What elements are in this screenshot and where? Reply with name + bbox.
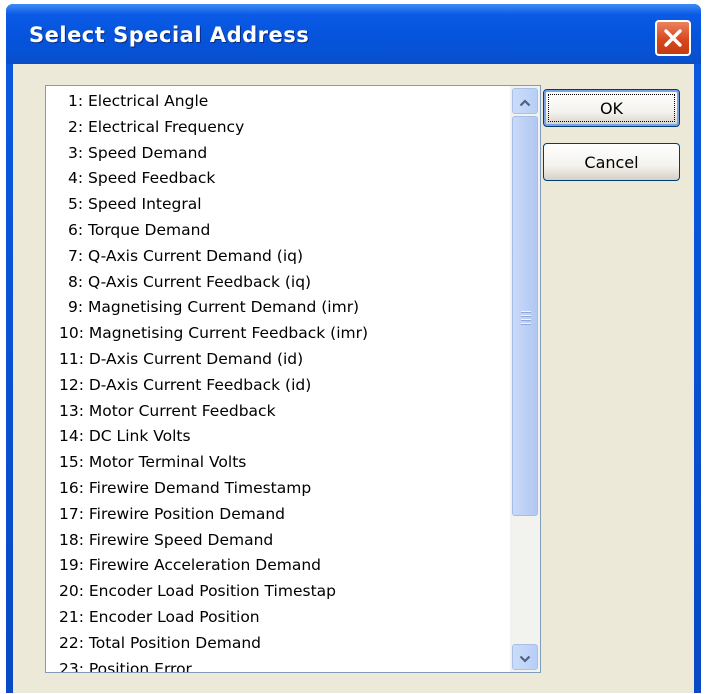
ok-button[interactable]: OK [543,89,680,127]
vertical-scrollbar[interactable] [510,86,540,672]
list-item[interactable]: 15: Motor Terminal Volts [59,449,509,475]
list-item[interactable]: 19: Firewire Acceleration Demand [59,552,509,578]
list-item[interactable]: 22: Total Position Demand [59,630,509,656]
list-item[interactable]: 23: Position Error [59,656,509,672]
focus-rectangle [548,94,675,122]
list-item[interactable]: 9: Magnetising Current Demand (imr) [68,294,518,320]
list-item[interactable]: 5: Speed Integral [68,191,518,217]
scrollbar-thumb[interactable] [512,116,538,516]
list-item[interactable]: 1: Electrical Angle [68,88,518,114]
close-icon [662,27,684,49]
list-item[interactable]: 8: Q-Axis Current Feedback (iq) [68,269,518,295]
list-item[interactable]: 2: Electrical Frequency [68,114,518,140]
list-item[interactable]: 14: DC Link Volts [59,423,509,449]
list-item[interactable]: 10: Magnetising Current Feedback (imr) [59,320,509,346]
cancel-button-label: Cancel [584,152,639,172]
title-bar[interactable]: Select Special Address [6,4,701,64]
list-item[interactable]: 16: Firewire Demand Timestamp [59,475,509,501]
list-item[interactable]: 3: Speed Demand [68,140,518,166]
list-item[interactable]: 18: Firewire Speed Demand [59,527,509,553]
list-item[interactable]: 11: D-Axis Current Demand (id) [59,346,509,372]
scroll-up-button[interactable] [512,88,538,114]
list-item[interactable]: 13: Motor Current Feedback [59,398,509,424]
dialog-body: 1: Electrical Angle 2: Electrical Frequen… [13,64,694,693]
grip-icon [521,311,531,325]
list-item[interactable]: 21: Encoder Load Position [59,604,509,630]
list-item[interactable]: 20: Encoder Load Position Timestap [59,578,509,604]
chevron-up-icon [519,92,531,111]
chevron-down-icon [519,648,531,667]
cancel-button[interactable]: Cancel [543,143,680,181]
address-listbox[interactable]: 1: Electrical Angle 2: Electrical Frequen… [45,85,541,673]
list-item[interactable]: 17: Firewire Position Demand [59,501,509,527]
dialog-window: Select Special Address 1: Electrical Ang… [6,4,701,693]
list-item[interactable]: 6: Torque Demand [68,217,518,243]
list-item[interactable]: 7: Q-Axis Current Demand (iq) [68,243,518,269]
window-title: Select Special Address [29,23,310,47]
close-button[interactable] [655,20,691,56]
list-item[interactable]: 4: Speed Feedback [68,165,518,191]
list-item[interactable]: 12: D-Axis Current Feedback (id) [59,372,509,398]
scroll-down-button[interactable] [512,644,538,670]
